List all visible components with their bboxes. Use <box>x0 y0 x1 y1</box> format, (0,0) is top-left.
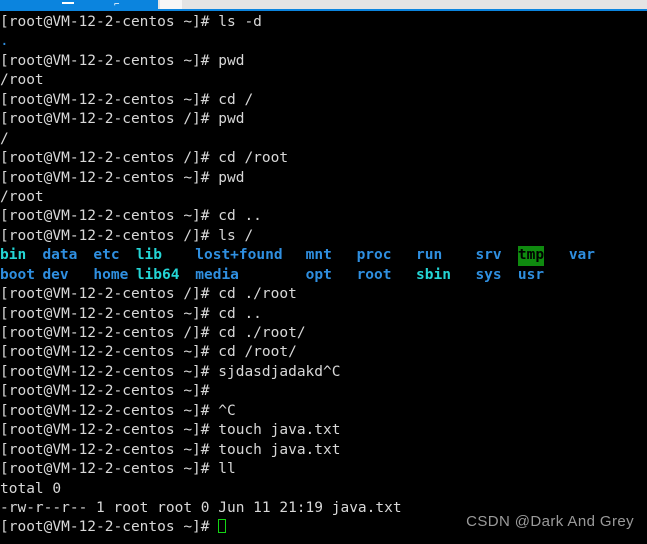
shell-command[interactable]: sjdasdjadakd^C <box>218 364 340 380</box>
output-text: / <box>0 130 9 147</box>
terminal-command-line: [root@VM-12-2-centos ~]# <box>0 382 647 401</box>
ls-entry-boot: boot <box>0 266 35 283</box>
shell-prompt: [root@VM-12-2-centos ~]# <box>0 519 219 536</box>
terminal-output-line: . <box>0 32 647 51</box>
ls-entry-tmp: tmp <box>517 246 545 266</box>
shell-command[interactable]: ls / <box>218 228 253 244</box>
ls-entry-home: home <box>93 266 129 283</box>
shell-prompt: [root@VM-12-2-centos ~]# <box>0 422 219 439</box>
shell-command[interactable]: touch java.txt <box>218 442 340 458</box>
ls-entry-opt: opt <box>305 266 332 283</box>
ls-entry-mnt: mnt <box>305 247 332 264</box>
terminal-command-line: [root@VM-12-2-centos /]# cd ./root <box>0 285 647 304</box>
watermark-text: CSDN @Dark And Grey <box>466 513 634 530</box>
shell-prompt: [root@VM-12-2-centos ~]# <box>0 14 219 30</box>
output-text: . <box>0 33 9 50</box>
shell-prompt: [root@VM-12-2-centos ~]# <box>0 344 219 361</box>
browser-tab-strip[interactable]: ⌐ <box>0 0 647 11</box>
terminal-command-line: [root@VM-12-2-centos ~]# pwd <box>0 52 647 71</box>
terminal-command-line: [root@VM-12-2-centos /]# pwd <box>0 110 647 129</box>
shell-prompt: [root@VM-12-2-centos ~]# <box>0 52 219 69</box>
shell-prompt: [root@VM-12-2-centos ~]# <box>0 402 219 419</box>
shell-command[interactable]: cd / <box>218 92 253 108</box>
terminal-command-line: [root@VM-12-2-centos ~]# cd .. <box>0 305 647 324</box>
ls-entry-srv: srv <box>475 247 502 264</box>
ls-entry-sys: sys <box>475 266 502 283</box>
shell-prompt: [root@VM-12-2-centos ~]# <box>0 208 219 225</box>
terminal-command-line: [root@VM-12-2-centos /]# cd /root <box>0 149 647 168</box>
shell-prompt: [root@VM-12-2-centos ~]# <box>0 383 219 400</box>
shell-command[interactable]: ^C <box>218 403 235 419</box>
shell-command[interactable]: cd .. <box>218 306 262 322</box>
ls-entry-run: run <box>416 247 443 264</box>
terminal-output-line: /root <box>0 71 647 90</box>
terminal-command-line: [root@VM-12-2-centos ~]# touch java.txt <box>0 421 647 440</box>
output-text: -rw-r--r-- 1 root root 0 Jun 11 21:19 ja… <box>0 499 402 516</box>
ls-output-row: bin data etc lib lost+found mnt proc run srv tmp v… <box>0 246 647 266</box>
ls-entry-dev: dev <box>42 266 69 283</box>
terminal-command-line: [root@VM-12-2-centos ~]# cd .. <box>0 207 647 226</box>
shell-command[interactable]: pwd <box>218 53 244 69</box>
tab-strip-underline <box>0 9 647 11</box>
ls-entry-sbin: sbin <box>416 266 451 283</box>
ls-entry-data: data <box>42 247 78 264</box>
ls-entry-root: root <box>356 266 392 283</box>
shell-prompt: [root@VM-12-2-centos /]# <box>0 325 219 341</box>
shell-command[interactable]: cd /root <box>218 150 288 166</box>
shell-command[interactable]: touch java.txt <box>218 422 340 438</box>
terminal-command-line: [root@VM-12-2-centos ~]# ll <box>0 460 647 479</box>
terminal-output-line: total 0 <box>0 480 647 499</box>
terminal-command-line: [root@VM-12-2-centos ~]# pwd <box>0 169 647 188</box>
shell-prompt: [root@VM-12-2-centos ~]# <box>0 363 219 380</box>
shell-prompt: [root@VM-12-2-centos ~]# <box>0 441 219 458</box>
ls-entry-lib64: lib64 <box>135 266 180 283</box>
text-cursor <box>218 519 227 534</box>
terminal-output-area[interactable]: [root@VM-12-2-centos ~]# ls -d. [root@VM-… <box>0 13 647 544</box>
shell-prompt: [root@VM-12-2-centos /]# <box>0 150 219 167</box>
output-text: /root <box>0 188 44 205</box>
ls-entry-proc: proc <box>356 247 392 264</box>
shell-command[interactable]: pwd <box>218 111 244 127</box>
shell-prompt: [root@VM-12-2-centos /]# <box>0 111 219 128</box>
shell-command[interactable]: ll <box>218 461 235 477</box>
shell-prompt: [root@VM-12-2-centos ~]# <box>0 169 219 186</box>
shell-command[interactable]: cd ./root <box>218 286 297 302</box>
ls-entry-usr: usr <box>517 266 545 283</box>
shell-prompt: [root@VM-12-2-centos ~]# <box>0 305 219 322</box>
shell-command[interactable]: cd /root/ <box>218 344 297 360</box>
shell-prompt: [root@VM-12-2-centos ~]# <box>0 461 219 478</box>
shell-prompt: [root@VM-12-2-centos /]# <box>0 286 219 303</box>
terminal-command-line: [root@VM-12-2-centos ~]# ls -d <box>0 13 647 32</box>
shell-command[interactable]: ls -d <box>218 14 262 30</box>
terminal-output-line: / <box>0 130 647 149</box>
output-text: /root <box>0 72 44 89</box>
ls-entry-lib: lib <box>135 247 163 264</box>
shell-command[interactable]: pwd <box>218 170 244 186</box>
terminal-command-line: [root@VM-12-2-centos ~]# cd /root/ <box>0 343 647 362</box>
ls-entry-lost-found: lost+found <box>195 247 283 264</box>
terminal-command-line: [root@VM-12-2-centos ~]# touch java.txt <box>0 441 647 460</box>
terminal-command-line: [root@VM-12-2-centos ~]# ^C <box>0 402 647 421</box>
terminal-command-line: [root@VM-12-2-centos ~]# cd / <box>0 91 647 110</box>
terminal-command-line: [root@VM-12-2-centos /]# ls / <box>0 227 647 246</box>
minimize-icon[interactable] <box>62 2 74 4</box>
terminal-command-line: [root@VM-12-2-centos /]# cd ./root/ <box>0 324 647 343</box>
shell-command[interactable]: cd ./root/ <box>218 325 305 341</box>
ls-entry-etc: etc <box>93 247 120 264</box>
tab-corner-icon: ⌐ <box>114 0 120 10</box>
terminal-output-line: /root <box>0 188 647 207</box>
ls-output-row: boot dev home lib64 media opt root sbin sys usr <box>0 266 647 285</box>
ls-entry-var: var <box>568 247 596 264</box>
shell-prompt: [root@VM-12-2-centos ~]# <box>0 91 219 108</box>
shell-prompt: [root@VM-12-2-centos /]# <box>0 227 219 244</box>
ls-entry-bin: bin <box>0 247 27 264</box>
terminal-command-line: [root@VM-12-2-centos ~]# sjdasdjadakd^C <box>0 363 647 382</box>
output-text: total 0 <box>0 480 62 497</box>
shell-command[interactable]: cd .. <box>218 208 262 224</box>
ls-entry-media: media <box>195 266 239 283</box>
